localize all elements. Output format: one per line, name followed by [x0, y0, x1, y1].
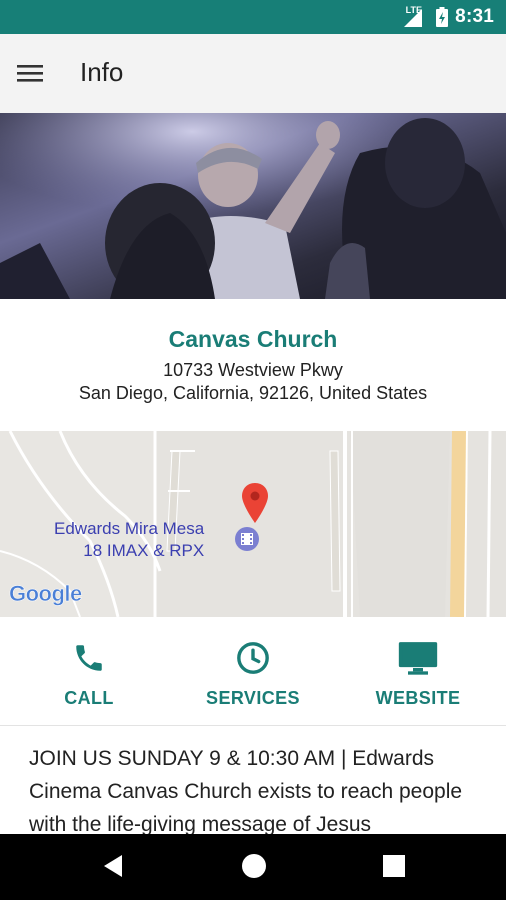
home-icon[interactable] [240, 852, 268, 880]
action-bar: CALL SERVICES WEBSITE [0, 617, 506, 726]
system-nav-bar [0, 834, 506, 900]
website-label: WEBSITE [375, 688, 461, 708]
back-icon[interactable] [100, 852, 128, 880]
website-button[interactable]: WEBSITE [343, 641, 493, 709]
location-pin-icon[interactable] [242, 483, 268, 523]
hamburger-menu-icon[interactable] [16, 59, 44, 87]
address-line-1: 10733 Westview Pkwy [163, 360, 343, 380]
church-description: JOIN US SUNDAY 9 & 10:30 AM | Edwards Ci… [29, 747, 463, 836]
clock-time: 8:31 [455, 6, 494, 27]
signal-icon [404, 9, 422, 27]
status-bar: LTE 8:31 [0, 0, 506, 34]
church-address: 10733 Westview Pkwy San Diego, Californi… [0, 359, 506, 405]
clock-icon [237, 642, 269, 674]
google-logo: Google [9, 581, 83, 607]
call-button[interactable]: CALL [14, 641, 164, 709]
page-title: Info [80, 57, 124, 87]
app-bar: Info [0, 34, 506, 114]
services-label: SERVICES [206, 688, 300, 708]
map-place-label[interactable]: Edwards Mira Mesa 18 IMAX & RPX [54, 518, 204, 562]
recents-icon[interactable] [380, 852, 408, 880]
phone-icon [76, 645, 102, 671]
monitor-icon [398, 642, 438, 675]
hero-image [0, 113, 506, 299]
cinema-icon [235, 527, 259, 551]
church-info: Canvas Church 10733 Westview Pkwy San Di… [0, 300, 506, 431]
battery-charging-icon [436, 7, 448, 27]
map-place-label-line-2: 18 IMAX & RPX [83, 541, 205, 560]
services-button[interactable]: SERVICES [178, 641, 328, 709]
church-name: Canvas Church [168, 326, 338, 352]
map-place-label-line-1: Edwards Mira Mesa [54, 519, 205, 538]
address-line-2: San Diego, California, 92126, United Sta… [78, 383, 428, 403]
map-view[interactable]: Edwards Mira Mesa 18 IMAX & RPX Google [0, 431, 506, 617]
call-label: CALL [64, 688, 114, 708]
google-logo-text: Google [9, 581, 83, 607]
